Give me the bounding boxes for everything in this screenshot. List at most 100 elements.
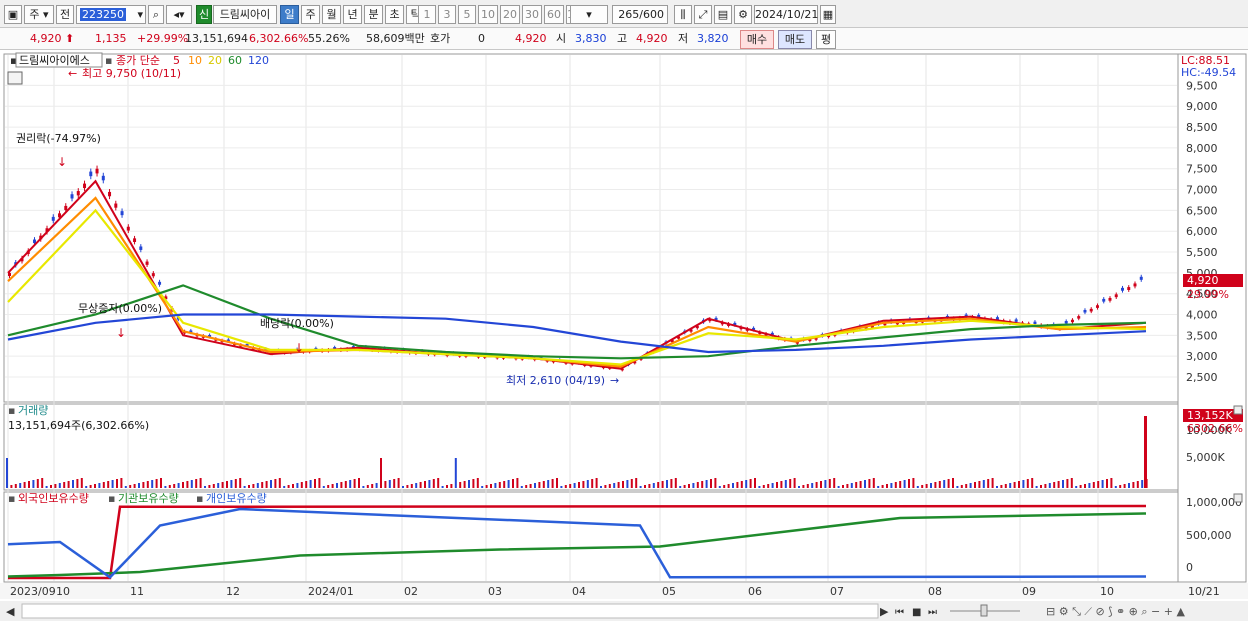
interval-button-1[interactable]: 1 bbox=[418, 5, 436, 24]
volume-bar bbox=[837, 486, 840, 488]
volume-bar bbox=[67, 481, 70, 488]
candle-icon[interactable]: ⫼ bbox=[674, 5, 692, 24]
count-field[interactable]: 265/600 bbox=[612, 5, 668, 24]
volume-bar bbox=[604, 485, 607, 488]
volume-bar bbox=[512, 479, 514, 488]
volume-bar bbox=[1079, 485, 1082, 488]
stock-name-field[interactable]: 드림씨아이 bbox=[213, 5, 277, 24]
legend-ma120: 120 bbox=[248, 54, 269, 67]
volume-bar bbox=[1062, 480, 1064, 488]
date-field[interactable]: 2024/10/21 bbox=[754, 5, 818, 24]
interval-button-20[interactable]: 20 bbox=[500, 5, 520, 24]
volume-bar bbox=[239, 478, 242, 488]
scroll-left-icon[interactable]: ◀ bbox=[6, 605, 15, 618]
period-unit-select[interactable]: 주 ▾ bbox=[24, 5, 54, 24]
interval-button-30[interactable]: 30 bbox=[522, 5, 542, 24]
interval-button-60[interactable]: 60 bbox=[544, 5, 564, 24]
scroll-track[interactable] bbox=[21, 603, 879, 619]
volume-bar bbox=[1123, 484, 1126, 488]
volume-bar bbox=[89, 485, 92, 488]
volume-bar bbox=[111, 480, 114, 488]
volume-bar bbox=[476, 478, 479, 488]
volume-bar bbox=[1141, 480, 1144, 488]
volume-bar bbox=[472, 479, 475, 488]
save-icon[interactable]: ▤ bbox=[714, 5, 732, 24]
period-tab-0[interactable]: 일 bbox=[280, 5, 299, 24]
volume-bar bbox=[872, 478, 875, 488]
eval-button[interactable]: 평 bbox=[816, 30, 836, 49]
volume-bar bbox=[397, 478, 400, 488]
grid-toggle-icon[interactable] bbox=[7, 71, 23, 85]
code-input[interactable]: 223250 ▾ bbox=[76, 5, 146, 24]
candle bbox=[70, 194, 74, 199]
holding-panel-close-icon[interactable] bbox=[1233, 493, 1243, 503]
volume-bar bbox=[974, 482, 976, 488]
volume-bar bbox=[657, 482, 660, 488]
volume-bar bbox=[881, 485, 884, 488]
period-tab-2[interactable]: 월 bbox=[322, 5, 341, 24]
tools-icons[interactable]: ⊟ ⚙ ⤡ ⟋ ⊘ ⟆ ⚭ ⊕ ⌕ − + ▲ bbox=[1046, 605, 1185, 618]
bonus-arrow-icon: ↓ bbox=[116, 326, 126, 340]
layout-icon[interactable]: ▣ bbox=[4, 5, 22, 24]
candle bbox=[1014, 319, 1018, 322]
volume-bar bbox=[415, 483, 418, 488]
interval-button-5[interactable]: 5 bbox=[458, 5, 476, 24]
buy-button[interactable]: 매수 bbox=[740, 30, 774, 49]
interval-button-10[interactable]: 10 bbox=[478, 5, 498, 24]
period-tab-3[interactable]: 년 bbox=[343, 5, 362, 24]
candle bbox=[1083, 309, 1087, 313]
time-label: 05 bbox=[662, 585, 676, 598]
zoom-slider-handle[interactable] bbox=[980, 604, 988, 617]
volume-bar bbox=[116, 479, 118, 488]
gear-icon[interactable]: ⚙ bbox=[734, 5, 752, 24]
volume-bar bbox=[182, 482, 184, 488]
search-icon[interactable]: ⌕ bbox=[148, 5, 164, 24]
volume-bar bbox=[736, 482, 739, 488]
rewind-icon[interactable]: ⏮ bbox=[895, 607, 904, 618]
trend-icon[interactable]: ⤢ bbox=[694, 5, 712, 24]
scroll-right-icon[interactable]: ▶ bbox=[880, 605, 889, 618]
candle bbox=[114, 203, 118, 208]
volume-bar bbox=[978, 481, 981, 488]
volume-bar bbox=[982, 480, 985, 488]
volume-bar bbox=[899, 481, 902, 488]
volume-bar bbox=[622, 481, 624, 488]
volume-bar bbox=[806, 484, 809, 488]
period-tab-1[interactable]: 주 bbox=[301, 5, 320, 24]
count-select[interactable]: ▾ bbox=[570, 5, 608, 24]
stop-icon[interactable]: ■ bbox=[912, 607, 921, 618]
period-tab-4[interactable]: 분 bbox=[364, 5, 383, 24]
volume-bar bbox=[732, 483, 734, 488]
legend-stock-name: 드림씨아이에스 bbox=[19, 54, 90, 67]
sound-icon[interactable]: ◂▾ bbox=[166, 5, 192, 24]
volume-bar bbox=[630, 479, 633, 488]
prev-button[interactable]: 전 bbox=[56, 5, 74, 24]
volume-bar bbox=[1018, 481, 1020, 488]
volume-bar bbox=[340, 482, 343, 488]
volume-bar bbox=[428, 480, 431, 488]
volume-bar bbox=[1031, 478, 1034, 488]
interval-button-3[interactable]: 3 bbox=[438, 5, 456, 24]
stock-chart[interactable]: 9,500 9,000 8,500 8,000 7,500 7,000 6,500 6,000… bbox=[0, 50, 1248, 621]
volume-bar bbox=[1132, 482, 1135, 488]
period-tab-5[interactable]: 초 bbox=[385, 5, 404, 24]
price-tick: 7,000 bbox=[1186, 184, 1218, 197]
high-value: 4,920 bbox=[636, 32, 668, 45]
holding-tick: 500,000 bbox=[1186, 529, 1232, 542]
volume-bar bbox=[846, 484, 849, 488]
volume-bar bbox=[815, 482, 818, 488]
volume-panel-close-icon[interactable] bbox=[1233, 405, 1243, 415]
forward-icon[interactable]: ⏭ bbox=[928, 607, 937, 618]
volume-bar bbox=[996, 486, 998, 488]
up-arrow-icon: ⬆ bbox=[65, 32, 75, 45]
volume-bar bbox=[666, 480, 668, 488]
change-pct: +29.99% bbox=[137, 32, 189, 45]
volume-value: 13,151,694주(6,302.66%) bbox=[8, 419, 149, 432]
price-tick: 8,500 bbox=[1186, 121, 1218, 134]
volume-bar bbox=[1084, 484, 1086, 488]
volume-bar bbox=[1009, 483, 1012, 488]
holding-legend-individual: 개인보유수량 bbox=[206, 492, 267, 505]
volume-bar bbox=[1136, 481, 1139, 488]
sell-button[interactable]: 매도 bbox=[778, 30, 812, 49]
calendar-icon[interactable]: ▦ bbox=[820, 5, 836, 24]
